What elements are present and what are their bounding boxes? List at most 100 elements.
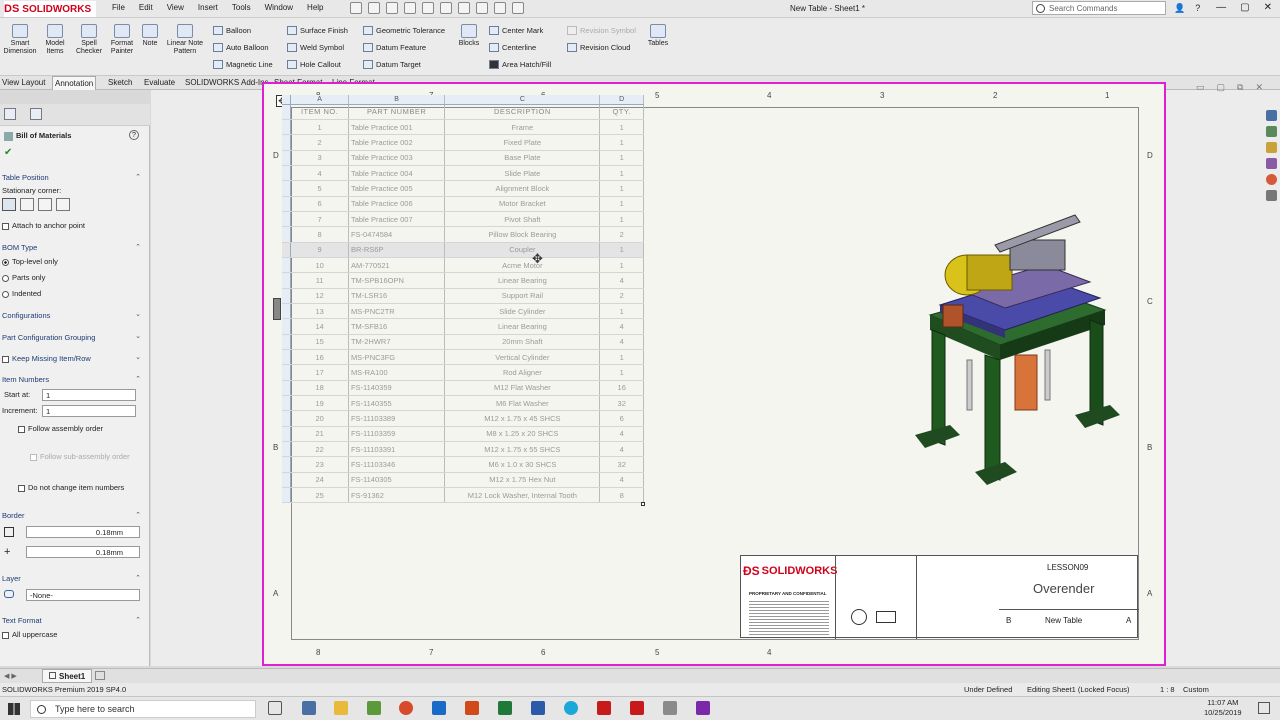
linear-note-pattern-button[interactable]: Linear Note Pattern: [162, 24, 208, 56]
tab-addins[interactable]: SOLIDWORKS Add-Ins: [183, 78, 271, 87]
attach-anchor-checkbox[interactable]: Attach to anchor point: [2, 221, 85, 230]
onenote-icon[interactable]: [696, 701, 710, 715]
taskbar-search[interactable]: Type here to search: [30, 700, 256, 718]
tab-evaluate[interactable]: Evaluate: [142, 78, 177, 87]
word-icon[interactable]: [531, 701, 545, 715]
table-corner-handle[interactable]: [641, 502, 645, 506]
bom-item-no[interactable]: 6: [290, 196, 349, 212]
bom-item-no[interactable]: 23: [290, 456, 349, 473]
bom-description[interactable]: Vertical Cylinder: [444, 349, 601, 366]
weld-symbol-button[interactable]: Weld Symbol: [287, 43, 344, 52]
expand-part-config-icon[interactable]: ⌄: [135, 332, 141, 340]
bom-row[interactable]: 24 FS-1140305 M12 x 1.75 Hex Nut 4: [282, 472, 644, 489]
geometric-tolerance-button[interactable]: Geometric Tolerance: [363, 26, 445, 35]
bom-qty[interactable]: 16: [599, 380, 644, 397]
help-icon[interactable]: ?: [1195, 3, 1200, 14]
bom-qty[interactable]: 1: [599, 211, 644, 228]
bom-item-no[interactable]: 24: [290, 472, 349, 489]
section-border[interactable]: Border: [2, 511, 25, 520]
windows-start-icon[interactable]: [8, 703, 20, 715]
bom-description[interactable]: Acme Motor: [444, 257, 601, 274]
bom-part-number[interactable]: FS-1140355: [348, 395, 446, 412]
bom-qty[interactable]: 1: [599, 180, 644, 197]
indented-radio[interactable]: Indented: [2, 289, 41, 298]
bom-row[interactable]: 9 BR-RS6P Coupler 1: [282, 242, 644, 258]
centerline-button[interactable]: Centerline: [489, 43, 536, 52]
row-number-cell[interactable]: [282, 318, 292, 335]
app-icon[interactable]: [302, 701, 316, 715]
balloon-button[interactable]: Balloon: [213, 26, 251, 35]
bom-description[interactable]: Pivot Shaft: [444, 211, 601, 228]
design-library-icon[interactable]: [1266, 126, 1277, 137]
bom-item-no[interactable]: 25: [290, 487, 349, 504]
row-number-cell[interactable]: [282, 303, 292, 320]
bom-description[interactable]: Slide Cylinder: [444, 303, 601, 320]
section-layer[interactable]: Layer: [2, 574, 21, 583]
tables-button[interactable]: Tables: [645, 24, 671, 48]
bom-row[interactable]: 20 FS-11103389 M12 x 1.75 x 45 SHCS 6: [282, 410, 644, 427]
bom-qty[interactable]: 1: [599, 364, 644, 381]
row-number-cell[interactable]: [282, 242, 292, 258]
new-icon[interactable]: [368, 2, 380, 14]
select-icon[interactable]: [458, 2, 470, 14]
bom-item-no[interactable]: 10: [290, 257, 349, 274]
model-items-button[interactable]: Model Items: [40, 24, 70, 56]
bom-part-number[interactable]: Table Practice 007: [348, 211, 446, 228]
file-properties-icon[interactable]: [494, 2, 506, 14]
bom-item-no[interactable]: 20: [290, 410, 349, 427]
excel-icon[interactable]: [498, 701, 512, 715]
rebuild-icon[interactable]: [476, 2, 488, 14]
status-units[interactable]: Custom: [1183, 685, 1209, 694]
section-configurations[interactable]: Configurations: [2, 311, 50, 320]
corner-top-right-icon[interactable]: [20, 198, 34, 211]
skype-icon[interactable]: [564, 701, 578, 715]
row-number-cell[interactable]: [282, 487, 292, 504]
bom-part-number[interactable]: FS-11103346: [348, 456, 446, 473]
bom-row[interactable]: 14 TM-SFB16 Linear Bearing 4: [282, 318, 644, 335]
bom-description[interactable]: Pillow Block Bearing: [444, 226, 601, 243]
menu-file[interactable]: File: [112, 3, 125, 12]
bom-qty[interactable]: 1: [599, 303, 644, 320]
bom-item-no[interactable]: 13: [290, 303, 349, 320]
bom-item-no[interactable]: 5: [290, 180, 349, 197]
bom-qty[interactable]: 32: [599, 456, 644, 473]
bom-row[interactable]: 18 FS-1140359 M12 Flat Washer 16: [282, 380, 644, 397]
bom-item-no[interactable]: 11: [290, 272, 349, 289]
top-level-radio[interactable]: Top-level only: [2, 257, 58, 266]
section-bom-type[interactable]: BOM Type: [2, 243, 37, 252]
bom-part-number[interactable]: MS-PNC2TR: [348, 303, 446, 320]
datum-target-button[interactable]: Datum Target: [363, 60, 421, 69]
bom-qty[interactable]: 1: [599, 119, 644, 136]
row-number-cell[interactable]: [282, 288, 292, 304]
column-c-header[interactable]: C: [444, 95, 601, 105]
keep-missing-checkbox[interactable]: Keep Missing Item/Row: [2, 354, 91, 363]
row-number-cell[interactable]: [282, 426, 292, 443]
bom-description[interactable]: Linear Bearing: [444, 318, 601, 335]
box-border-select[interactable]: 0.18mm: [26, 526, 140, 538]
file-explorer-icon[interactable]: [334, 701, 348, 715]
column-d-header[interactable]: D: [599, 95, 644, 105]
bom-part-number[interactable]: AM-770521: [348, 257, 446, 274]
tab-view-layout[interactable]: View Layout: [0, 78, 47, 87]
doc-tile-icon[interactable]: ⧉: [1237, 82, 1243, 93]
bom-qty[interactable]: 1: [599, 134, 644, 151]
bom-part-number[interactable]: TM-LSR16: [348, 288, 446, 304]
bom-qty[interactable]: 1: [599, 242, 644, 258]
corner-top-left-icon[interactable]: [2, 198, 16, 211]
close-icon[interactable]: ✕: [1264, 2, 1272, 13]
doc-close-icon[interactable]: ✕: [1255, 82, 1263, 93]
bom-row[interactable]: 5 Table Practice 005 Alignment Block 1: [282, 180, 644, 197]
bom-part-number[interactable]: FS-1140305: [348, 472, 446, 489]
parts-only-radio[interactable]: Parts only: [2, 273, 45, 282]
bom-qty[interactable]: 6: [599, 410, 644, 427]
bom-part-number[interactable]: FS-0474584: [348, 226, 446, 243]
file-explorer-icon[interactable]: [1266, 142, 1277, 153]
bom-row[interactable]: 7 Table Practice 007 Pivot Shaft 1: [282, 211, 644, 228]
bom-description[interactable]: Base Plate: [444, 150, 601, 166]
expand-keep-missing-icon[interactable]: ⌄: [135, 353, 141, 361]
row-number-cell[interactable]: [282, 456, 292, 473]
menu-insert[interactable]: Insert: [198, 3, 218, 12]
row-number-cell[interactable]: [282, 165, 292, 182]
sheet1-tab[interactable]: Sheet1: [42, 669, 93, 683]
chrome-icon[interactable]: [399, 701, 413, 715]
